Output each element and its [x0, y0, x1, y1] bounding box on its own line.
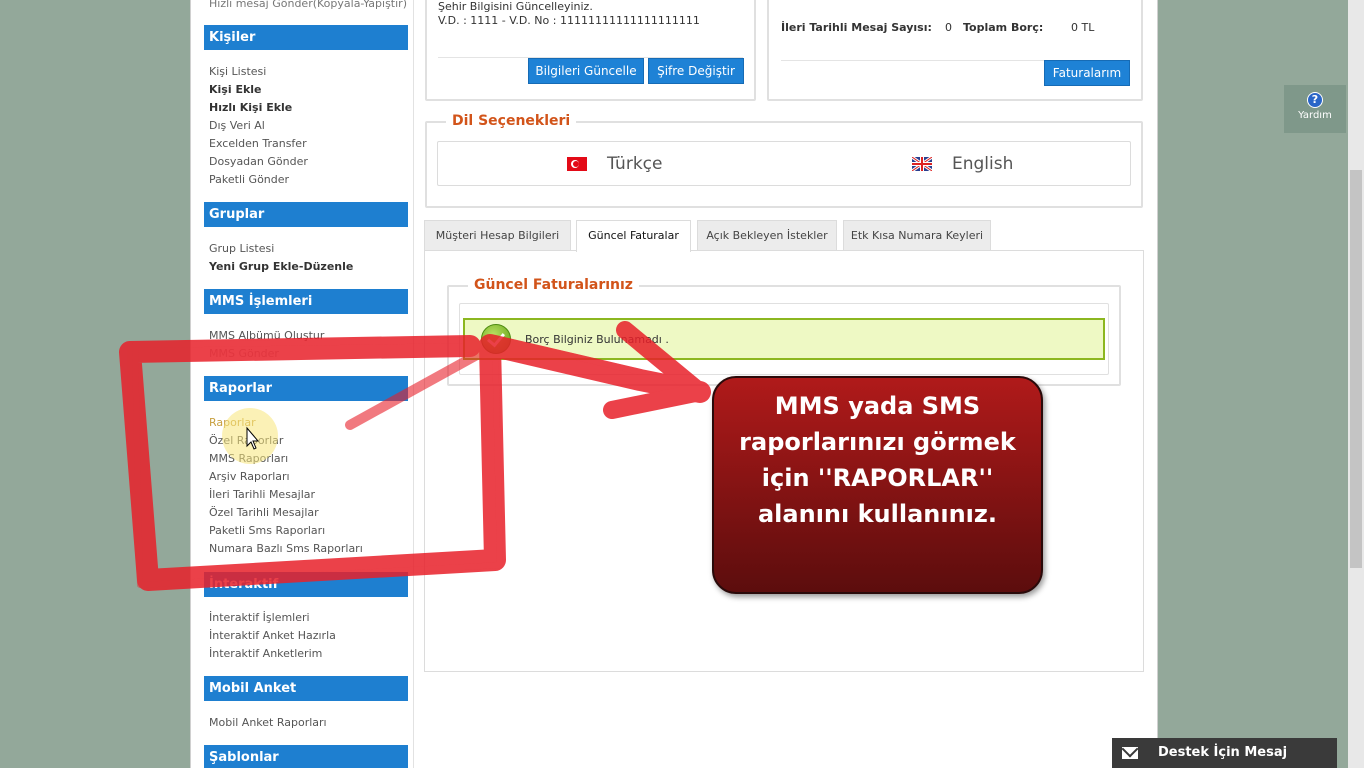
account-box: Şehir Bilgisini Güncelleyiniz. V.D. : 11… [425, 0, 756, 101]
tax-info-text: V.D. : 1111 - V.D. No : 1111111111111111… [438, 14, 700, 27]
sidebar-item-dosyadan-gonder[interactable]: Dosyadan Gönder [209, 155, 308, 168]
sidebar-item-kisi-ekle[interactable]: Kişi Ekle [209, 83, 262, 96]
english-label: English [952, 154, 1014, 174]
future-messages-label: İleri Tarihli Mesaj Sayısı: [781, 21, 932, 34]
sidebar-item-mms-album[interactable]: MMS Albümü Oluştur [209, 329, 324, 342]
turkey-flag-icon [567, 157, 587, 171]
sidebar-heading-mobil[interactable]: Mobil Anket [204, 676, 408, 701]
sidebar: Hızlı mesaj Gönder(Kopyala-Yapıştır) Kiş… [198, 0, 414, 768]
sidebar-item-arsiv-raporlari[interactable]: Arşiv Raporları [209, 470, 290, 483]
sidebar-item-dis-veri-al[interactable]: Dış Veri Al [209, 119, 265, 132]
my-invoices-button[interactable]: Faturalarım [1044, 60, 1130, 86]
no-debt-message: Borç Bilginiz Bulunamadı . [525, 333, 669, 346]
language-option-english[interactable]: English [912, 154, 1013, 174]
sidebar-item-ozel-raporlar[interactable]: Özel Raporlar [209, 434, 283, 447]
support-label: Destek İçin Mesaj Bırakın [1158, 745, 1288, 760]
check-icon [481, 324, 511, 354]
uk-flag-icon [912, 157, 932, 171]
language-option-turkish[interactable]: Türkçe [567, 154, 662, 174]
update-info-button[interactable]: Bilgileri Güncelle [528, 58, 644, 84]
sidebar-heading-gruplar[interactable]: Gruplar [204, 202, 408, 227]
sidebar-item-paketli-sms[interactable]: Paketli Sms Raporları [209, 524, 325, 537]
sidebar-item-ozel-tarihli[interactable]: Özel Tarihli Mesajlar [209, 506, 319, 519]
tab-open-requests[interactable]: Açık Bekleyen İstekler [697, 220, 837, 250]
future-messages-value: 0 [945, 21, 952, 34]
language-options: Türkçe English [437, 141, 1131, 186]
sidebar-item-mms-raporlari[interactable]: MMS Raporları [209, 452, 288, 465]
total-debt-value: 0 TL [1071, 21, 1095, 34]
sidebar-heading-kisiler[interactable]: Kişiler [204, 25, 408, 50]
billing-box: İleri Tarihli Mesaj Sayısı: 0 Toplam Bor… [767, 0, 1143, 101]
no-debt-alert: Borç Bilginiz Bulunamadı . [463, 318, 1105, 360]
sidebar-item-interaktif-anketlerim[interactable]: İnteraktif Anketlerim [209, 647, 322, 660]
sidebar-item-paketli-gonder[interactable]: Paketli Gönder [209, 173, 289, 186]
sidebar-item-quick-send[interactable]: Hızlı mesaj Gönder(Kopyala-Yapıştır) [209, 0, 407, 10]
sidebar-item-mobil-anket-raporlari[interactable]: Mobil Anket Raporları [209, 716, 327, 729]
language-legend: Dil Seçenekleri [446, 113, 577, 129]
sidebar-item-ileri-tarihli[interactable]: İleri Tarihli Mesajlar [209, 488, 315, 501]
sidebar-item-yeni-grup[interactable]: Yeni Grup Ekle-Düzenle [209, 260, 353, 273]
change-password-button[interactable]: Şifre Değiştir [648, 58, 744, 84]
envelope-icon [1122, 747, 1138, 759]
total-debt-label: Toplam Borç: [963, 21, 1044, 34]
support-message-button[interactable]: Destek İçin Mesaj Bırakın [1112, 738, 1337, 768]
question-icon: ? [1307, 92, 1323, 108]
sidebar-item-raporlar[interactable]: Raporlar [209, 416, 256, 429]
sidebar-heading-mms[interactable]: MMS İşlemleri [204, 289, 408, 314]
help-button[interactable]: ? Yardım [1284, 85, 1346, 133]
city-info-text: Şehir Bilgisini Güncelleyiniz. [438, 0, 593, 13]
scrollbar-thumb[interactable] [1350, 170, 1362, 568]
sidebar-item-interaktif-anket-hazirla[interactable]: İnteraktif Anket Hazırla [209, 629, 336, 642]
sidebar-item-hizli-kisi-ekle[interactable]: Hızlı Kişi Ekle [209, 101, 292, 114]
instruction-callout: MMS yada SMS raporlarınızı görmek için '… [712, 376, 1043, 594]
sidebar-heading-interaktif[interactable]: İnteraktif [204, 572, 408, 597]
sidebar-item-excelden-transfer[interactable]: Excelden Transfer [209, 137, 307, 150]
sidebar-item-kisi-listesi[interactable]: Kişi Listesi [209, 65, 266, 78]
help-label: Yardım [1298, 110, 1332, 121]
tab-current-invoices[interactable]: Güncel Faturalar [576, 220, 691, 252]
tab-short-number-keys[interactable]: Etk Kısa Numara Keyleri [843, 220, 991, 250]
sidebar-item-grup-listesi[interactable]: Grup Listesi [209, 242, 274, 255]
scrollbar[interactable] [1348, 0, 1364, 768]
turkish-label: Türkçe [607, 154, 663, 174]
sidebar-heading-raporlar[interactable]: Raporlar [204, 376, 408, 401]
sidebar-item-interaktif-islemleri[interactable]: İnteraktif İşlemleri [209, 611, 310, 624]
tab-account-info[interactable]: Müşteri Hesap Bilgileri [424, 220, 571, 250]
sidebar-item-mms-gonder[interactable]: MMS Gönder [209, 347, 279, 360]
sidebar-item-numara-bazli[interactable]: Numara Bazlı Sms Raporları [209, 542, 363, 555]
invoices-legend: Güncel Faturalarınız [468, 277, 639, 293]
sidebar-heading-sablonlar[interactable]: Şablonlar [204, 745, 408, 768]
